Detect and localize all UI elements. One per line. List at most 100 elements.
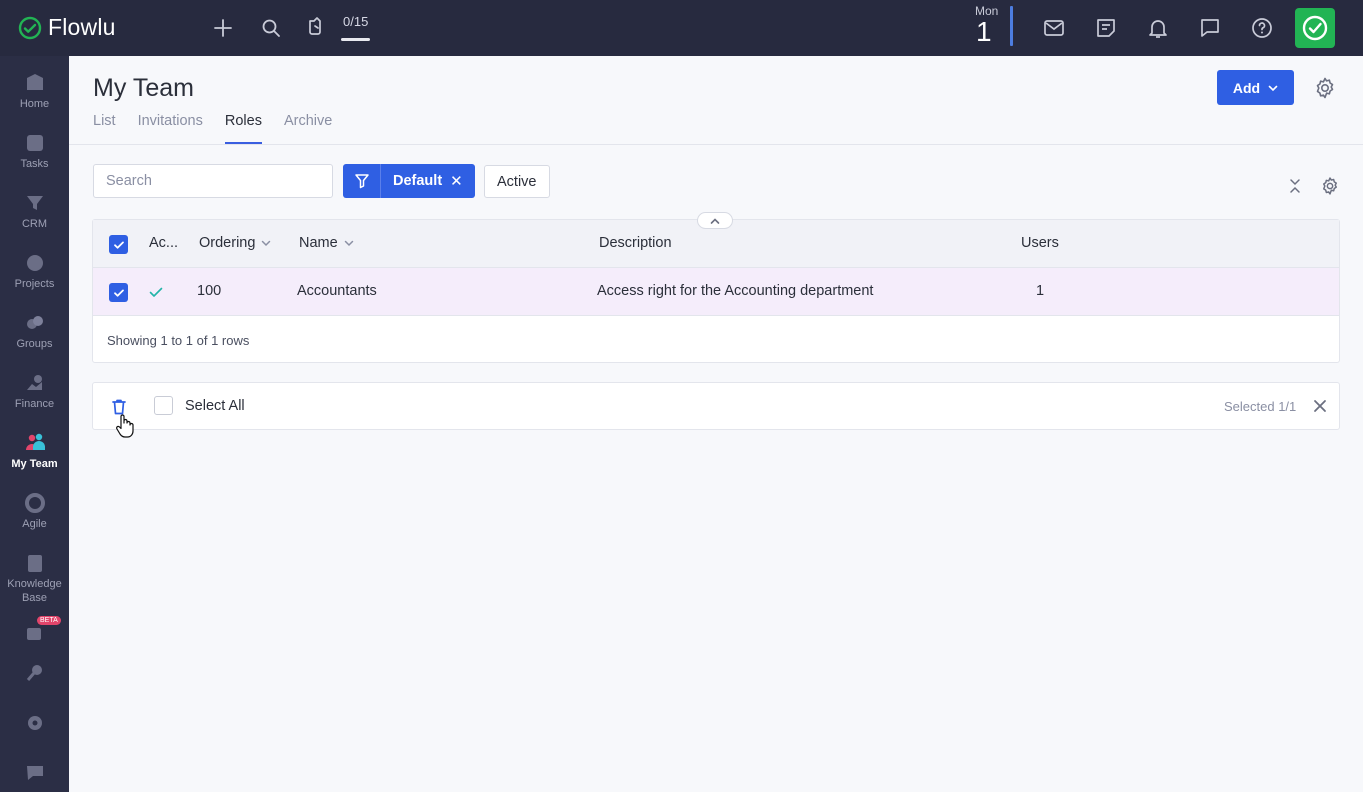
status-filter-chip[interactable]: Active	[484, 165, 550, 198]
cell-description: Access right for the Accounting departme…	[597, 283, 874, 299]
header-divider	[69, 144, 1363, 145]
groups-icon	[24, 312, 46, 334]
gear-icon[interactable]	[1313, 76, 1337, 100]
column-name-label: Name	[299, 235, 338, 251]
sidebar-item-label: CRM	[21, 218, 48, 230]
column-ordering-label: Ordering	[199, 235, 256, 251]
help-icon[interactable]	[1250, 16, 1274, 40]
settings-icon	[24, 712, 46, 734]
sidebar-item-finance[interactable]: Finance	[0, 372, 69, 411]
logo[interactable]: Flowlu	[18, 14, 116, 41]
sidebar-item-home[interactable]: Home	[0, 72, 69, 111]
hand-cursor-icon	[115, 413, 135, 439]
sidebar: Home Tasks CRM Projects Groups Finance M…	[0, 56, 69, 792]
knowledge-base-icon	[24, 552, 46, 574]
column-users-label: Users	[1021, 235, 1059, 251]
tasks-icon	[24, 132, 46, 154]
sidebar-item-projects[interactable]: Projects	[0, 252, 69, 291]
tab-roles[interactable]: Roles	[224, 112, 262, 144]
column-ordering[interactable]: Ordering	[199, 235, 271, 251]
chevron-down-icon	[344, 240, 353, 247]
active-check-icon	[148, 284, 164, 304]
tabs: List Invitations Roles Archive	[93, 112, 354, 144]
mail-icon[interactable]	[1042, 16, 1066, 40]
search-input[interactable]	[93, 164, 333, 198]
sidebar-item-groups[interactable]: Groups	[0, 312, 69, 351]
tab-invitations[interactable]: Invitations	[138, 112, 203, 144]
sidebar-item-label: Projects	[14, 278, 55, 290]
sidebar-item-crm[interactable]: CRM	[0, 192, 69, 231]
column-active[interactable]: Ac...	[149, 235, 178, 251]
filter-group: Default ✕	[343, 164, 475, 198]
beta-module-icon	[24, 622, 46, 644]
chat-icon[interactable]	[1198, 16, 1222, 40]
bulk-actions-bar: Select All Selected 1/1	[92, 382, 1340, 430]
filter-icon	[354, 174, 369, 189]
date-number[interactable]: 1	[976, 16, 992, 48]
table-settings-icon[interactable]	[1320, 176, 1340, 196]
team-icon	[24, 432, 46, 454]
chevron-down-icon	[262, 240, 271, 247]
plus-icon[interactable]	[211, 16, 235, 40]
column-users[interactable]: Users	[1021, 235, 1059, 251]
sidebar-item-label: Finance	[14, 398, 55, 410]
date-divider	[1010, 6, 1013, 46]
chevron-up-icon	[710, 217, 720, 224]
collapse-filters-toggle[interactable]	[697, 212, 733, 229]
selected-count: Selected 1/1	[1224, 399, 1297, 414]
add-button[interactable]: Add	[1217, 70, 1294, 105]
bell-icon[interactable]	[1146, 16, 1170, 40]
agile-icon	[24, 492, 46, 514]
sidebar-item-label: Home	[19, 98, 50, 110]
main-content: My Team List Invitations Roles Archive A…	[69, 56, 1363, 792]
sidebar-item-label: My Team	[11, 458, 58, 470]
filter-chip-default[interactable]: Default ✕	[381, 164, 475, 198]
close-icon[interactable]: ✕	[450, 172, 463, 190]
sidebar-item-beta-module[interactable]: BETA	[0, 616, 69, 644]
sidebar-item-settings[interactable]	[0, 712, 69, 734]
sidebar-item-label: Tasks	[20, 158, 49, 170]
home-icon	[24, 72, 46, 94]
column-name[interactable]: Name	[299, 235, 354, 251]
task-counter[interactable]: 0/15	[343, 14, 368, 29]
logo-text: Flowlu	[48, 14, 116, 40]
finance-icon	[24, 372, 46, 394]
projects-icon	[24, 252, 46, 274]
notes-icon[interactable]	[1094, 16, 1118, 40]
select-all-checkbox[interactable]	[154, 396, 173, 415]
sidebar-item-feedback[interactable]	[0, 762, 69, 784]
header-checkbox[interactable]	[109, 235, 128, 254]
roles-table: Ac... Ordering Name Description Users 10…	[92, 219, 1340, 363]
sidebar-item-agile[interactable]: Agile	[0, 492, 69, 531]
check-icon[interactable]	[1295, 8, 1335, 48]
flowlu-logo-icon	[18, 16, 42, 39]
key-icon	[24, 662, 46, 684]
close-icon[interactable]	[1311, 397, 1329, 415]
top-bar: Flowlu 0/15 Mon 1	[0, 0, 1363, 56]
cell-users: 1	[1036, 283, 1045, 299]
column-active-label: Ac...	[149, 235, 179, 251]
feedback-icon	[24, 762, 46, 784]
filter-button[interactable]	[343, 164, 381, 198]
crm-icon	[24, 192, 46, 214]
cell-ordering: 100	[197, 283, 222, 299]
sidebar-item-my-team[interactable]: My Team	[0, 432, 69, 471]
sidebar-item-knowledge-base[interactable]: Knowledge Base	[0, 552, 69, 605]
tab-list[interactable]: List	[93, 112, 116, 144]
chevron-down-icon	[1268, 85, 1278, 91]
collapse-icon[interactable]	[1287, 176, 1303, 196]
table-row[interactable]: 100 Accountants Access right for the Acc…	[93, 268, 1339, 316]
sidebar-item-key[interactable]	[0, 662, 69, 684]
timer-icon[interactable]	[305, 14, 329, 38]
sidebar-item-label: Knowledge Base	[7, 578, 62, 604]
select-all-label[interactable]: Select All	[185, 398, 245, 414]
cell-name[interactable]: Accountants	[297, 283, 377, 299]
add-button-label: Add	[1232, 79, 1261, 96]
tab-archive[interactable]: Archive	[284, 112, 332, 144]
search-icon[interactable]	[259, 16, 283, 40]
column-description[interactable]: Description	[599, 235, 672, 251]
sidebar-item-label: Groups	[16, 338, 53, 350]
row-checkbox[interactable]	[109, 283, 128, 302]
page-title: My Team	[93, 74, 194, 102]
sidebar-item-tasks[interactable]: Tasks	[0, 132, 69, 171]
